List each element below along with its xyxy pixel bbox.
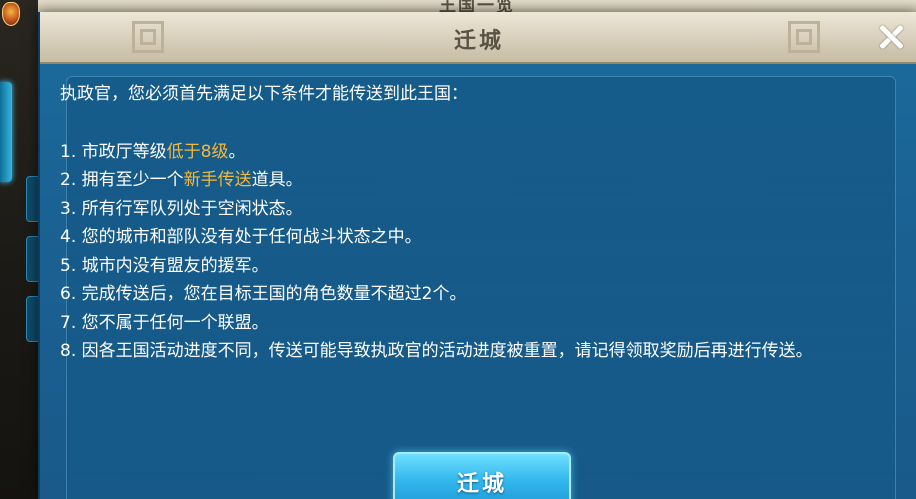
condition-text: 道具。 bbox=[251, 170, 303, 190]
condition-item: 1. 市政厅等级低于8级。 bbox=[60, 138, 870, 167]
gem-icon bbox=[2, 2, 20, 26]
condition-item: 5. 城市内没有盟友的援军。 bbox=[60, 252, 870, 281]
ornament-icon bbox=[788, 21, 820, 53]
condition-item: 2. 拥有至少一个新手传送道具。 bbox=[60, 166, 870, 195]
game-screen: 王国一览 迁城 执政官，您必须首先满足以下条件才能传送到此王国： 1. 市政厅等… bbox=[0, 0, 916, 499]
condition-text: 5. 城市内没有盟友的援军。 bbox=[60, 255, 269, 276]
condition-text: 6. 完成传送后，您在目标王国的角色数量不超过2个。 bbox=[60, 284, 467, 304]
dialog-header: 迁城 bbox=[40, 12, 916, 64]
condition-text: 3. 所有行军队列处于空闲状态。 bbox=[60, 198, 303, 219]
condition-text: 7. 您不属于任何一个联盟。 bbox=[60, 312, 269, 333]
condition-item: 8. 因各王国活动进度不同，传送可能导致执政官的活动进度被重置，请记得领取奖励后… bbox=[60, 337, 870, 366]
condition-text: 。 bbox=[228, 141, 246, 162]
condition-text: 4. 您的城市和部队没有处于任何战斗状态之中。 bbox=[60, 227, 422, 247]
dialog-title: 迁城 bbox=[453, 29, 504, 54]
intro-text: 执政官，您必须首先满足以下条件才能传送到此王国： bbox=[60, 84, 468, 104]
condition-item: 4. 您的城市和部队没有处于任何战斗状态之中。 bbox=[60, 223, 870, 252]
condition-highlight: 新手传送 bbox=[183, 170, 252, 190]
close-icon[interactable] bbox=[874, 20, 908, 54]
requirements-text: 执政官，您必须首先满足以下条件才能传送到此王国： 1. 市政厅等级低于8级。 2… bbox=[60, 80, 870, 366]
condition-text: 2. 拥有至少一个 bbox=[60, 170, 184, 190]
condition-text: 8. 因各王国活动进度不同，传送可能导致执政官的活动进度被重置，请记得领取奖励后… bbox=[60, 341, 813, 361]
condition-item: 3. 所有行军队列处于空闲状态。 bbox=[60, 195, 870, 224]
condition-text: 1. 市政厅等级 bbox=[60, 141, 167, 162]
condition-item: 7. 您不属于任何一个联盟。 bbox=[60, 309, 870, 338]
relocate-button[interactable]: 迁城 bbox=[393, 452, 571, 499]
relocate-button-label: 迁城 bbox=[456, 472, 507, 497]
condition-highlight: 低于8级 bbox=[166, 141, 229, 162]
background-scenery bbox=[0, 0, 42, 499]
condition-item: 6. 完成传送后，您在目标王国的角色数量不超过2个。 bbox=[60, 280, 870, 309]
background-panel-edge bbox=[0, 82, 12, 182]
